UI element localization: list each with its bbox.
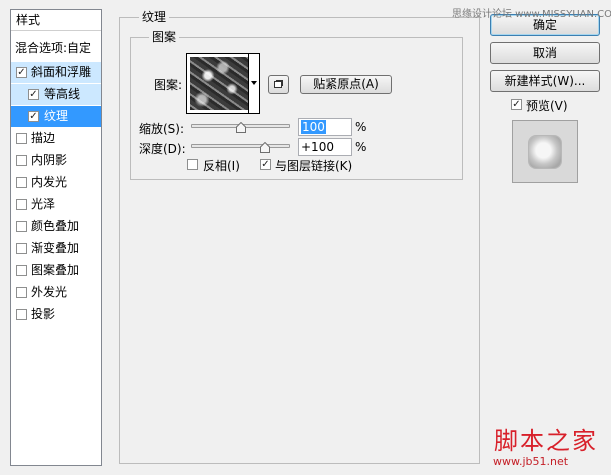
triangle-slider-thumb-icon bbox=[260, 142, 271, 153]
style-item-gradient-overlay[interactable]: 渐变叠加 bbox=[11, 238, 101, 259]
style-item-outer-glow[interactable]: 外发光 bbox=[11, 282, 101, 303]
style-list: 样式 混合选项:自定 ✓ 斜面和浮雕 ✓ 等高线 ✓ 纹理 描边 内阴影 内发光… bbox=[10, 9, 102, 466]
style-item-label: 光泽 bbox=[31, 197, 56, 211]
preview-label: 预览(V) bbox=[526, 99, 568, 113]
checkbox-pattern-overlay[interactable] bbox=[16, 265, 27, 276]
style-item-label: 投影 bbox=[31, 307, 56, 321]
scale-value: 100 bbox=[301, 120, 326, 134]
pattern-label: 图案: bbox=[154, 78, 183, 92]
depth-label: 深度(D): bbox=[139, 142, 186, 156]
new-preset-button[interactable] bbox=[268, 75, 289, 94]
checkbox-stroke[interactable] bbox=[16, 133, 27, 144]
style-item-label: 内发光 bbox=[31, 175, 68, 189]
style-preview-thumbnail bbox=[529, 136, 561, 168]
style-item-label: 等高线 bbox=[44, 87, 81, 101]
style-item-bevel-emboss[interactable]: ✓ 斜面和浮雕 bbox=[11, 62, 101, 83]
checkbox-satin[interactable] bbox=[16, 199, 27, 210]
watermark-url: www.jb51.net bbox=[493, 455, 569, 468]
style-item-color-overlay[interactable]: 颜色叠加 bbox=[11, 216, 101, 237]
scale-unit: % bbox=[355, 120, 367, 134]
checkbox-outer-glow[interactable] bbox=[16, 287, 27, 298]
checkbox-texture[interactable]: ✓ bbox=[28, 111, 39, 122]
depth-slider-thumb[interactable] bbox=[260, 142, 271, 153]
watermark-bottom: 脚本之家 bbox=[494, 427, 598, 455]
style-item-texture[interactable]: ✓ 纹理 bbox=[11, 106, 101, 127]
style-item-satin[interactable]: 光泽 bbox=[11, 194, 101, 215]
style-list-header[interactable]: 样式 bbox=[11, 10, 101, 31]
style-item-drop-shadow[interactable]: 投影 bbox=[11, 304, 101, 325]
scale-slider-thumb[interactable] bbox=[235, 122, 246, 133]
pattern-thumbnail bbox=[190, 57, 250, 110]
depth-unit: % bbox=[355, 140, 367, 154]
style-item-pattern-overlay[interactable]: 图案叠加 bbox=[11, 260, 101, 281]
link-with-layer-checkbox[interactable]: ✓ bbox=[260, 159, 271, 170]
new-preset-icon bbox=[274, 80, 283, 88]
texture-group-title: 纹理 bbox=[139, 10, 170, 24]
style-item-label: 斜面和浮雕 bbox=[31, 65, 92, 79]
scale-label: 缩放(S): bbox=[139, 122, 185, 136]
chevron-down-icon[interactable] bbox=[248, 54, 259, 113]
checkbox-inner-shadow[interactable] bbox=[16, 155, 27, 166]
style-item-label: 外发光 bbox=[31, 285, 68, 299]
checkbox-color-overlay[interactable] bbox=[16, 221, 27, 232]
invert-checkbox[interactable] bbox=[187, 159, 198, 170]
blend-options-item[interactable]: 混合选项:自定 bbox=[11, 38, 101, 59]
style-item-stroke[interactable]: 描边 bbox=[11, 128, 101, 149]
link-with-layer-label: 与图层链接(K) bbox=[275, 159, 353, 173]
checkbox-gradient-overlay[interactable] bbox=[16, 243, 27, 254]
snap-to-origin-button[interactable]: 贴紧原点(A) bbox=[300, 75, 392, 94]
invert-label: 反相(I) bbox=[203, 159, 240, 173]
scale-input[interactable]: 100 bbox=[298, 118, 352, 136]
style-preview bbox=[512, 120, 578, 183]
depth-input[interactable]: +100 bbox=[298, 138, 352, 156]
new-style-button[interactable]: 新建样式(W)... bbox=[490, 70, 600, 92]
checkbox-inner-glow[interactable] bbox=[16, 177, 27, 188]
checkbox-contour[interactable]: ✓ bbox=[28, 89, 39, 100]
cancel-button[interactable]: 取消 bbox=[490, 42, 600, 64]
style-item-label: 描边 bbox=[31, 131, 56, 145]
preview-checkbox[interactable]: ✓ bbox=[511, 99, 522, 110]
pattern-picker[interactable] bbox=[186, 53, 260, 114]
style-item-label: 内阴影 bbox=[31, 153, 68, 167]
checkbox-bevel-emboss[interactable]: ✓ bbox=[16, 67, 27, 78]
depth-slider-track[interactable] bbox=[191, 144, 290, 148]
style-item-label: 图案叠加 bbox=[31, 263, 80, 277]
pattern-group-title: 图案 bbox=[149, 30, 180, 44]
triangle-slider-thumb-icon bbox=[235, 122, 246, 133]
watermark-top: 思缘设计论坛 www.MISSYUAN.COM bbox=[452, 9, 611, 20]
style-item-label: 颜色叠加 bbox=[31, 219, 80, 233]
style-item-inner-shadow[interactable]: 内阴影 bbox=[11, 150, 101, 171]
checkbox-drop-shadow[interactable] bbox=[16, 309, 27, 320]
style-item-inner-glow[interactable]: 内发光 bbox=[11, 172, 101, 193]
style-item-label: 纹理 bbox=[44, 109, 69, 123]
style-item-contour[interactable]: ✓ 等高线 bbox=[11, 84, 101, 105]
style-item-label: 渐变叠加 bbox=[31, 241, 80, 255]
